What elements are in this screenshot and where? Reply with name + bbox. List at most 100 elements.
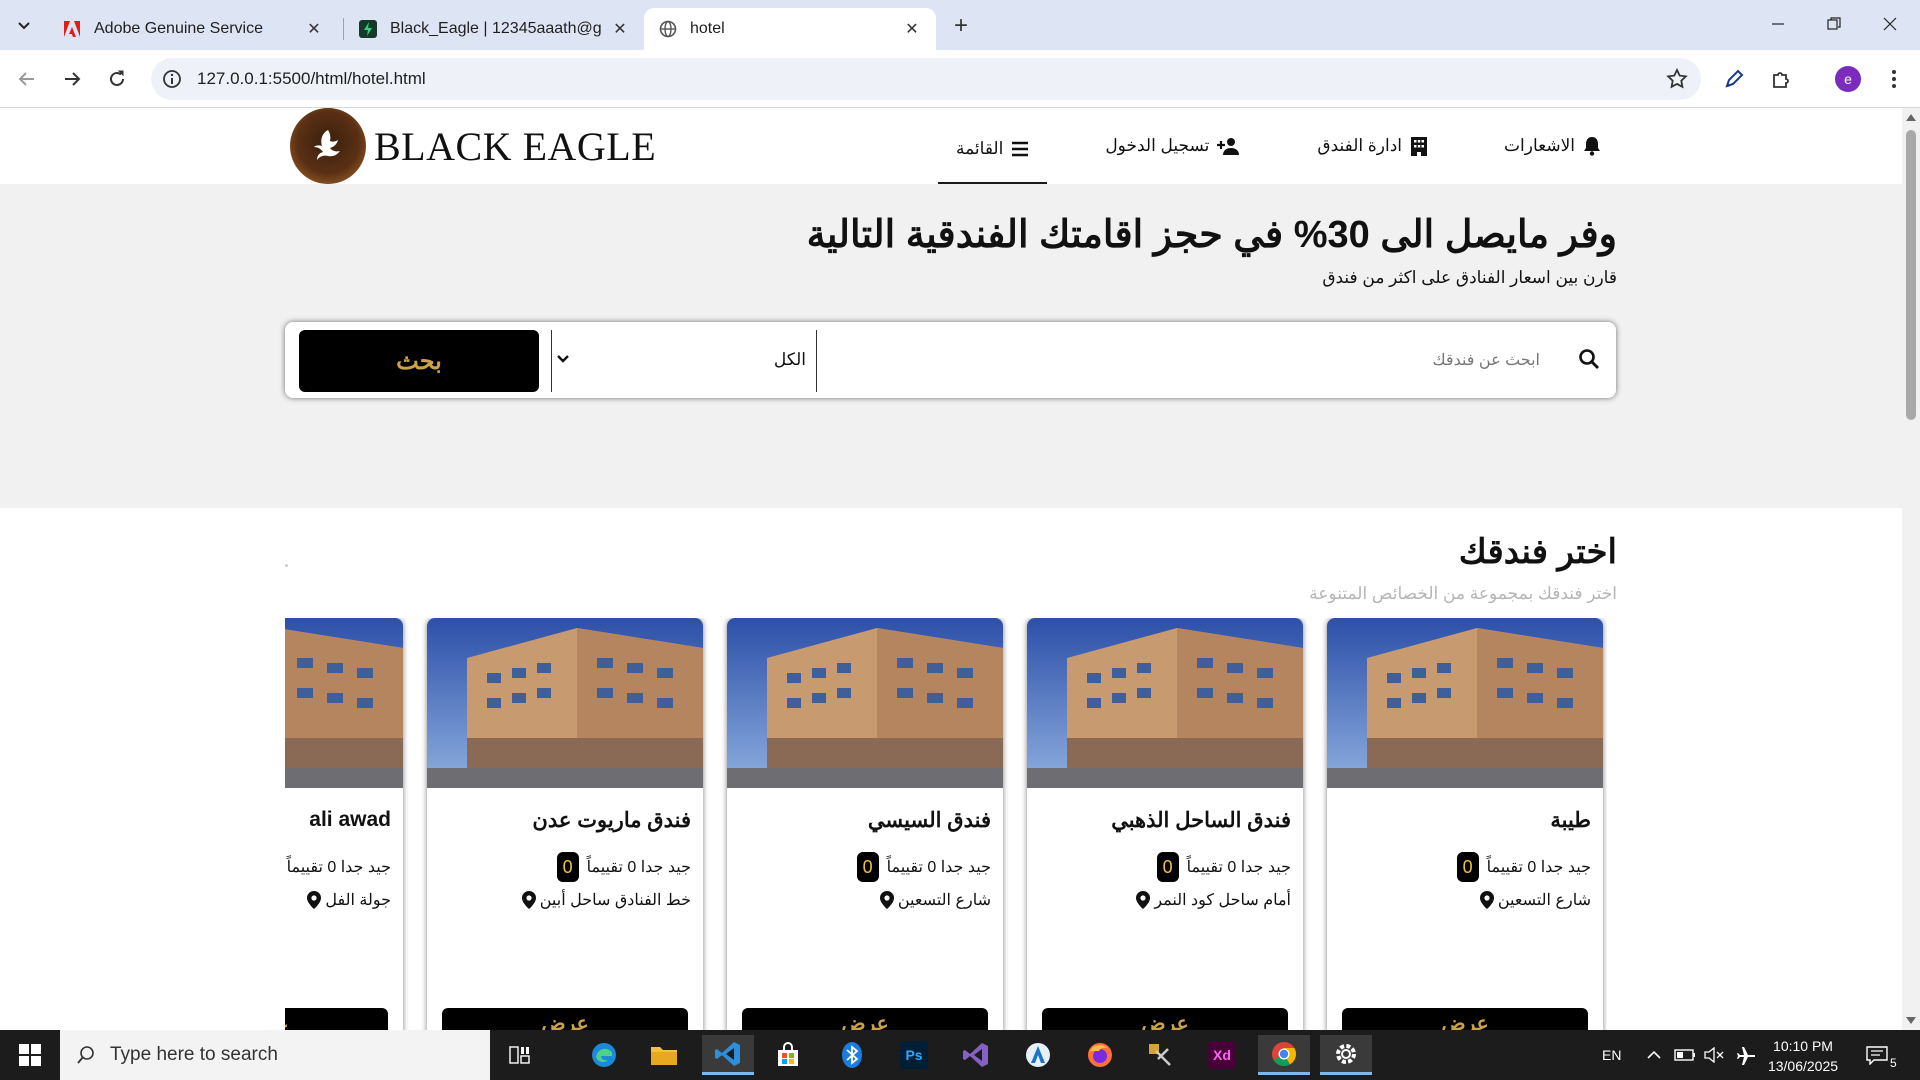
taskbar-firefox[interactable] [1074,1035,1126,1075]
view-button[interactable]: عرض [1042,1008,1288,1030]
rating-badge: 0 [1456,852,1479,882]
show-hidden-icons-button[interactable] [1646,1030,1662,1080]
nav-item-hotel-management[interactable]: ادارة الفندق [1299,112,1446,180]
taskbar-store[interactable] [762,1035,814,1075]
tab-adobe[interactable]: Adobe Genuine Service ✕ [48,8,338,50]
close-icon [1883,17,1897,31]
store-icon [778,1042,798,1066]
map-pin-icon [307,891,322,909]
forward-button[interactable] [56,63,88,95]
tab-title: Adobe Genuine Service [94,20,263,37]
scrollbar-thumb[interactable] [1906,130,1916,420]
view-button[interactable]: عرض [742,1008,988,1030]
close-icon[interactable]: ✕ [902,19,922,39]
taskbar-bluetooth[interactable] [826,1035,878,1075]
back-button[interactable] [11,63,43,95]
clock-time: 10:10 PM [1773,1038,1833,1054]
site-info-icon[interactable] [161,68,183,90]
page-scrollbar[interactable] [1902,108,1920,1030]
nav-item-login[interactable]: تسجيل الدخول [1087,112,1259,180]
taskbar-photoshop[interactable]: Ps [888,1035,940,1075]
hotel-location: جولة الفل [307,890,391,910]
restore-button[interactable] [1806,0,1862,48]
battery-status[interactable] [1674,1030,1696,1080]
site-logo[interactable]: BLACK EAGLE [290,108,656,184]
taskbar-clock[interactable]: 10:10 PM 13/06/2025 [1760,1036,1846,1076]
volume-muted-icon [1704,1047,1724,1063]
tab-hotel[interactable]: hotel ✕ [644,8,936,50]
notification-center-button[interactable]: 5 [1866,1030,1897,1080]
restore-icon [1827,17,1841,30]
nav-item-label: ادارة الفندق [1317,136,1403,155]
hero-section: وفر مايصل الى 30% في حجز اقامتك الفندقية… [0,184,1902,508]
arrow-right-icon [65,72,81,86]
nav-item-notifications[interactable]: الاشعارات [1486,112,1619,180]
hotel-search-input[interactable] [830,330,1550,392]
taskbar-tools[interactable] [1134,1035,1186,1075]
scroll-down-arrow-icon[interactable] [1906,1017,1916,1024]
profile-button[interactable]: e [1832,63,1864,95]
language-indicator[interactable]: EN [1602,1030,1621,1080]
category-select[interactable]: الكل [551,330,817,392]
hotel-rating: 0 جيد جدا 0 تقييماً [856,852,991,882]
language-text: EN [1602,1047,1622,1063]
scroll-up-arrow-icon[interactable] [1906,114,1916,121]
taskbar-app-installer[interactable] [1012,1035,1064,1075]
rating-text: جيد جدا 0 تقييماً [1486,859,1591,876]
taskbar-edge[interactable] [578,1035,630,1075]
hotel-card[interactable]: طيبة 0 جيد جدا 0 تقييماً شارع التسعين عر… [1327,618,1603,1030]
chrome-icon [1272,1041,1297,1066]
address-bar[interactable]: 127.0.0.1:5500/html/hotel.html [151,58,1701,100]
rating-text: جيد جدا 0 تقييماً [1186,859,1291,876]
hotel-name: فندق السيسي [867,809,991,832]
url-text: 127.0.0.1:5500/html/hotel.html [197,69,426,88]
taskbar-vscode[interactable] [702,1035,754,1075]
bookmark-star-icon[interactable] [1665,67,1689,91]
search-button[interactable]: بحث [299,330,539,392]
taskbar-chrome[interactable] [1258,1035,1310,1075]
taskbar-search[interactable]: Type here to search [60,1030,490,1080]
taskbar-adobe-xd[interactable]: Xd [1196,1035,1248,1075]
task-view-button[interactable] [494,1035,546,1075]
tab-search-button[interactable] [10,12,38,38]
hotel-rating: 0 جيد جدا 0 تقييماً [1456,852,1591,882]
search-icon [1579,349,1599,369]
chevron-down-icon [18,22,30,30]
chrome-menu-button[interactable] [1878,63,1910,95]
hotel-location: أمام ساحل كود النمر [1136,890,1291,910]
close-window-button[interactable] [1862,0,1918,48]
minimize-button[interactable] [1750,0,1806,48]
close-icon[interactable]: ✕ [304,19,324,39]
nav-item-label: الاشعارات [1504,136,1575,155]
gear-icon [1336,1043,1356,1064]
tools-icon [1149,1044,1171,1066]
tab-black-eagle[interactable]: Black_Eagle | 12345aaath@gmail.com ✕ [344,8,644,50]
hotel-rating: 0 جيد جدا 0 تقييماً [285,852,391,882]
hotel-card[interactable]: فندق السيسي 0 جيد جدا 0 تقييماً شارع الت… [727,618,1003,1030]
bluetooth-icon [842,1042,862,1068]
taskbar-visual-studio[interactable] [950,1035,1002,1075]
notification-icon [1866,1046,1888,1065]
start-button[interactable] [0,1030,60,1080]
reload-button[interactable] [101,63,133,95]
chevron-up-icon [1647,1050,1661,1059]
tab-title: Black_Eagle | 12345aaath@gmail.com [390,20,602,37]
view-button[interactable]: عرض [442,1008,688,1030]
hotel-card[interactable]: فندق ماريوت عدن 0 جيد جدا 0 تقييماً خط ا… [427,618,703,1030]
taskbar-file-explorer[interactable] [638,1035,690,1075]
task-view-icon [509,1046,530,1064]
hotel-card[interactable]: فندق الساحل الذهبي 0 جيد جدا 0 تقييماً أ… [1027,618,1303,1030]
customize-chrome-button[interactable] [1718,63,1750,95]
vscode-icon [715,1041,740,1066]
nav-item-menu[interactable]: القائمة [937,116,1048,184]
taskbar-settings[interactable] [1320,1035,1372,1075]
location-text: شارع التسعين [897,892,991,909]
view-button[interactable]: عرض [285,1008,388,1030]
close-icon[interactable]: ✕ [610,19,630,39]
extensions-button[interactable] [1766,63,1798,95]
airplane-mode-status[interactable] [1736,1030,1756,1080]
new-tab-button[interactable]: + [948,12,974,39]
hotel-card[interactable]: ali awad 0 جيد جدا 0 تقييماً جولة الفل ع… [285,618,403,1030]
view-button[interactable]: عرض [1342,1008,1588,1030]
volume-status[interactable] [1704,1030,1724,1080]
